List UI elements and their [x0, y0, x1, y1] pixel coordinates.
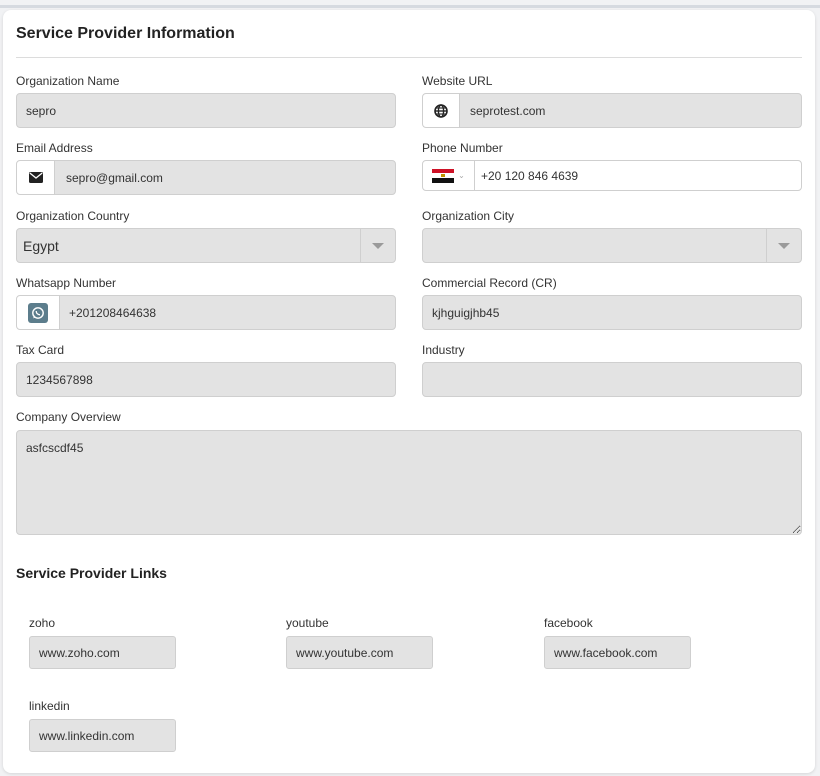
globe-icon — [434, 103, 448, 118]
link-label-linkedin: linkedin — [29, 699, 70, 713]
industry-input[interactable] — [422, 362, 802, 397]
country-dropdown-toggle[interactable] — [360, 229, 395, 262]
envelope-icon — [28, 172, 43, 183]
email-input[interactable]: sepro@gmail.com — [54, 160, 396, 195]
egypt-flag-icon — [432, 168, 455, 183]
website-label: Website URL — [422, 74, 493, 88]
link-input-linkedin[interactable]: www.linkedin.com — [29, 719, 176, 752]
org-name-label: Organization Name — [16, 74, 120, 88]
top-divider — [0, 5, 820, 8]
caret-down-icon — [778, 242, 790, 249]
caret-down-icon — [372, 242, 384, 249]
tax-card-label: Tax Card — [16, 343, 65, 357]
link-label-zoho: zoho — [29, 616, 56, 630]
links-section-title: Service Provider Links — [16, 565, 167, 581]
service-provider-card: Service Provider Information Organizatio… — [3, 10, 815, 773]
city-label: Organization City — [422, 209, 515, 223]
whatsapp-addon — [16, 295, 60, 330]
phone-input-group: ⌄ +20 120 846 4639 — [422, 160, 802, 191]
whatsapp-icon — [28, 302, 48, 323]
link-label-facebook: facebook — [544, 616, 593, 630]
email-label: Email Address — [16, 141, 93, 155]
industry-label: Industry — [422, 343, 465, 357]
country-select[interactable]: Egypt — [16, 228, 396, 263]
section-title: Service Provider Information — [16, 25, 235, 42]
link-input-facebook[interactable]: www.facebook.com — [544, 636, 691, 669]
chevron-down-icon: ⌄ — [458, 171, 465, 180]
website-addon — [422, 93, 460, 128]
city-dropdown-toggle[interactable] — [766, 229, 801, 262]
link-input-zoho[interactable]: www.zoho.com — [29, 636, 176, 669]
whatsapp-input[interactable]: +201208464638 — [59, 295, 396, 330]
overview-label: Company Overview — [16, 410, 121, 424]
overview-textarea[interactable]: asfcscdf45 — [16, 430, 802, 535]
country-code-selector[interactable]: ⌄ — [423, 161, 475, 190]
cr-input[interactable]: kjhguigjhb45 — [422, 295, 802, 330]
phone-input[interactable]: +20 120 846 4639 — [475, 169, 578, 183]
cr-label: Commercial Record (CR) — [422, 276, 557, 290]
title-divider — [16, 57, 802, 58]
link-label-youtube: youtube — [286, 616, 329, 630]
link-input-youtube[interactable]: www.youtube.com — [286, 636, 433, 669]
whatsapp-label: Whatsapp Number — [16, 276, 117, 290]
org-name-input[interactable]: sepro — [16, 93, 396, 128]
phone-label: Phone Number — [422, 141, 503, 155]
country-label: Organization Country — [16, 209, 130, 223]
city-select[interactable] — [422, 228, 802, 263]
country-value: Egypt — [23, 237, 59, 254]
email-addon — [16, 160, 55, 195]
website-input[interactable]: seprotest.com — [459, 93, 802, 128]
tax-card-input[interactable]: 1234567898 — [16, 362, 396, 397]
